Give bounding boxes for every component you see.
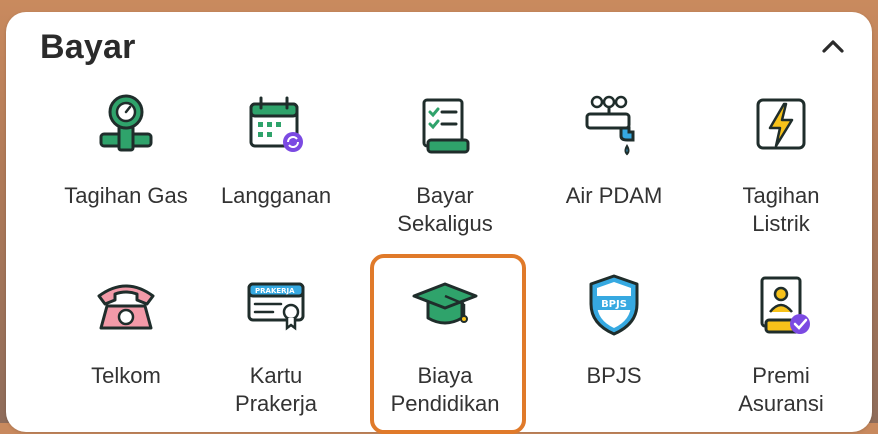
menu-item-langganan[interactable]: Langganan: [196, 92, 356, 210]
lightning-icon: [756, 98, 806, 150]
bpjs-shield-icon: BPJS: [589, 274, 639, 336]
calendar-subscription-icon: [249, 96, 303, 152]
water-tap-icon: [585, 95, 635, 156]
gas-meter-icon: [99, 94, 153, 152]
section-title: Bayar: [40, 28, 136, 66]
telephone-icon: [97, 284, 155, 330]
menu-item-label: Tagihan Listrik: [742, 183, 820, 236]
menu-item-tagihan-listrik[interactable]: Tagihan Listrik: [701, 92, 861, 238]
selected-item-highlight: [370, 254, 526, 434]
menu-item-telkom[interactable]: Telkom: [46, 272, 206, 390]
chevron-up-icon: [822, 40, 844, 53]
menu-item-label: Tagihan Gas: [64, 183, 188, 208]
menu-item-bpjs[interactable]: BPJS BPJS: [534, 272, 694, 390]
prakerja-card-icon: PRAKERJA: [247, 282, 305, 331]
menu-item-air-pdam[interactable]: Air PDAM: [534, 92, 694, 210]
menu-item-label: Telkom: [91, 363, 161, 388]
menu-item-bayar-sekaligus[interactable]: Bayar Sekaligus: [365, 92, 525, 238]
bpjs-badge-text: BPJS: [601, 299, 627, 310]
insurance-document-icon: [760, 276, 810, 334]
menu-item-premi-asuransi[interactable]: Premi Asuransi: [701, 272, 861, 418]
menu-item-label: Langganan: [220, 183, 332, 208]
menu-item-label: Air PDAM: [565, 183, 663, 208]
menu-item-label: BPJS: [586, 363, 642, 388]
prakerja-card-text: PRAKERJA: [255, 287, 295, 295]
collapse-button[interactable]: [816, 30, 850, 64]
menu-item-kartu-prakerja[interactable]: PRAKERJA Kartu Prakerja: [196, 272, 356, 418]
menu-item-label: Kartu Prakerja: [235, 363, 317, 416]
menu-item-label: Premi Asuransi: [738, 363, 824, 416]
checklist-receipt-icon: [422, 98, 470, 154]
menu-item-tagihan-gas[interactable]: Tagihan Gas: [46, 92, 206, 210]
menu-item-label: Bayar Sekaligus: [397, 183, 493, 236]
